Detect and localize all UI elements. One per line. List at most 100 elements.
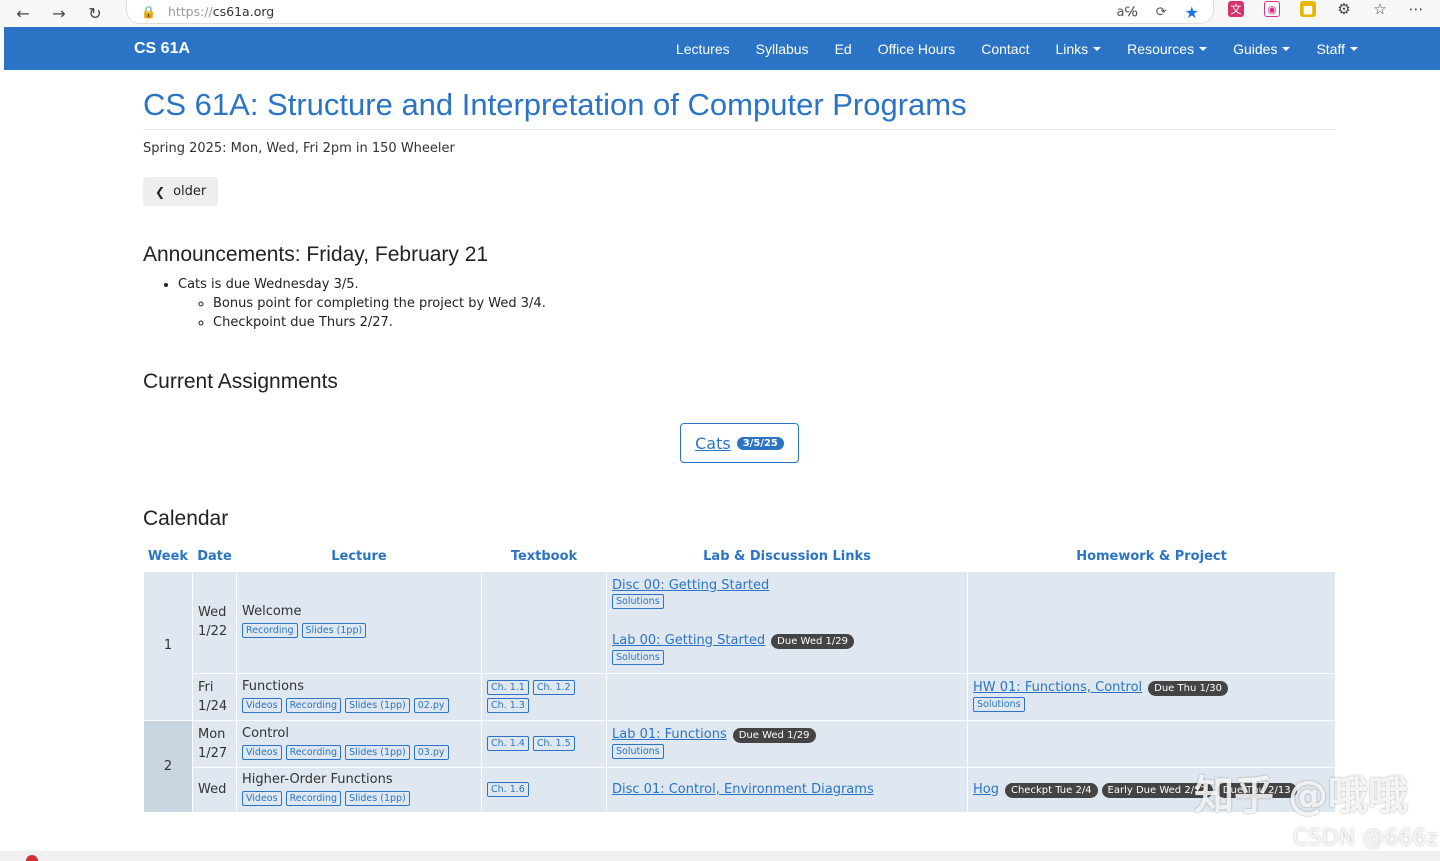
nav-item-label: Resources: [1127, 40, 1195, 57]
textbook-cell: Ch. 1.4 Ch. 1.5: [481, 719, 607, 768]
brand-link[interactable]: CS 61A: [134, 27, 190, 70]
homework-item: HW 01: Functions, Control Due Thu 1/30 Sol…: [973, 680, 1330, 714]
textbook-chapter-link[interactable]: Ch. 1.3: [487, 697, 529, 713]
lecture-resource-link[interactable]: Videos: [242, 790, 282, 806]
lecture-title: Functions: [242, 678, 305, 694]
date-day: Wed: [198, 605, 227, 620]
translate-icon[interactable]: a℅: [1117, 5, 1138, 20]
nav-item-links[interactable]: Links: [1055, 41, 1102, 57]
column-header-textbook: Textbook: [510, 549, 578, 565]
homework-link[interactable]: Hog: [973, 782, 999, 797]
announcement-subitem: Bonus point for completing the project b…: [213, 294, 1336, 313]
lecture-resource-link[interactable]: 02.py: [413, 697, 449, 713]
lab-item: Lab 00: Getting Started Due Wed 1/29 Solut…: [612, 633, 962, 667]
nav-item-label: Office Hours: [877, 40, 956, 57]
solutions-link[interactable]: Solutions: [612, 649, 664, 665]
solutions-link[interactable]: Solutions: [973, 696, 1025, 712]
week-cell: 2: [143, 719, 193, 813]
assignment-link[interactable]: Cats: [695, 434, 731, 453]
textbook-chapter-link[interactable]: Ch. 1.2: [532, 679, 575, 695]
calendar-header-row: Week Date Lecture Textbook Lab & Discuss…: [144, 543, 1336, 571]
lab-item: Disc 01: Control, Environment Diagrams: [612, 782, 962, 797]
caret-down-icon: [1350, 46, 1358, 51]
date-cell: Fri 1/24: [192, 672, 237, 721]
nav-item-contact[interactable]: Contact: [981, 41, 1029, 57]
title-divider: [143, 129, 1336, 130]
textbook-cell: Ch. 1.1 Ch. 1.2Ch. 1.3: [481, 672, 607, 721]
extensions-puzzle-icon[interactable]: ⚙: [1336, 0, 1352, 18]
textbook-cell: [481, 570, 607, 674]
lecture-resource-link[interactable]: Videos: [242, 697, 282, 713]
lecture-resource-link[interactable]: Slides (1pp): [345, 697, 410, 713]
clipper-extension-icon[interactable]: ◉: [1264, 1, 1280, 17]
lab-link[interactable]: Disc 01: Control, Environment Diagrams: [612, 782, 874, 797]
calendar-table: Week Date Lecture Textbook Lab & Discuss…: [143, 543, 1336, 813]
lab-resources: Solutions: [612, 649, 962, 667]
lecture-cell: Welcome Recording Slides (1pp): [236, 570, 482, 674]
favorites-icon[interactable]: ☆: [1372, 0, 1388, 18]
translate-extension-icon[interactable]: 文: [1228, 1, 1244, 17]
bookmark-star-icon[interactable]: ★: [1185, 3, 1199, 22]
column-header-week: Week: [147, 549, 189, 565]
lab-link[interactable]: Lab 00: Getting Started: [612, 633, 765, 648]
chevron-left-icon: ❮: [155, 184, 166, 199]
lecture-resource-link[interactable]: Recording: [242, 623, 298, 638]
nav-item-syllabus[interactable]: Syllabus: [756, 41, 809, 57]
lecture-resource-link[interactable]: Recording: [285, 790, 342, 806]
address-bar[interactable]: 🔒 https://cs61a.org a℅ ⟳ ★: [126, 0, 1214, 24]
more-menu-icon[interactable]: ⋯: [1408, 0, 1424, 18]
lab-link[interactable]: Lab 01: Functions: [612, 727, 727, 742]
date-cell: Wed 1/22: [192, 570, 237, 674]
textbook-cell: Ch. 1.6: [481, 766, 607, 813]
lecture-resources: Videos Recording Slides (1pp): [242, 790, 476, 808]
lecture-resource-link[interactable]: Slides (1pp): [345, 790, 410, 806]
lab-discussion-cell: Disc 01: Control, Environment Diagrams: [606, 766, 968, 813]
homework-link[interactable]: HW 01: Functions, Control: [973, 680, 1142, 695]
page-title: CS 61A: Structure and Interpretation of …: [143, 87, 967, 122]
lab-link[interactable]: Disc 00: Getting Started: [612, 578, 769, 593]
older-button[interactable]: ❮ older: [143, 177, 219, 206]
date-value: 1/22: [198, 624, 228, 639]
forward-arrow-icon[interactable]: →: [46, 3, 72, 23]
nav-item-staff[interactable]: Staff: [1316, 41, 1358, 57]
refresh-extension-icon[interactable]: ⟳: [1156, 5, 1167, 20]
lecture-resource-link[interactable]: 03.py: [413, 744, 449, 760]
lab-item: Lab 01: Functions Due Wed 1/29 Solutions: [612, 727, 962, 761]
nav-item-guides[interactable]: Guides: [1233, 41, 1291, 57]
homework-cell: HW 01: Functions, Control Due Thu 1/30 Sol…: [967, 672, 1336, 721]
nav-item-office-hours[interactable]: Office Hours: [878, 41, 956, 57]
textbook-chapter-link[interactable]: Ch. 1.4: [487, 735, 529, 751]
status-bar: [0, 851, 1440, 861]
date-value: 1/27: [198, 745, 228, 761]
announcement-sublist: Bonus point for completing the project b…: [178, 294, 1336, 332]
textbook-chapter-link[interactable]: Ch. 1.5: [532, 735, 575, 751]
announcements-heading: Announcements: Friday, February 21: [143, 243, 489, 266]
nav-item-ed[interactable]: Ed: [835, 41, 852, 57]
reload-icon[interactable]: ↻: [82, 3, 108, 23]
lecture-title: Welcome: [242, 604, 302, 619]
lecture-resource-link[interactable]: Videos: [242, 744, 282, 760]
caret-down-icon: [1199, 46, 1208, 51]
assignment-card[interactable]: Cats 3/5/25: [680, 423, 799, 463]
nav-item-lectures[interactable]: Lectures: [676, 41, 730, 57]
calendar-row: 1 Wed 1/22 Welcome Recording Slides (1pp) Disc…: [143, 570, 1336, 721]
announcements-list: Cats is due Wednesday 3/5. Bonus point f…: [143, 275, 1336, 332]
lecture-resource-link[interactable]: Recording: [285, 697, 342, 713]
textbook-chapter-link[interactable]: Ch. 1.6: [487, 781, 529, 797]
homework-cell: [967, 570, 1336, 674]
solutions-link[interactable]: Solutions: [612, 593, 664, 609]
solutions-link[interactable]: Solutions: [612, 743, 664, 759]
nav-item-label: Staff: [1316, 40, 1345, 57]
textbook-chapter-link[interactable]: Ch. 1.1: [487, 679, 529, 695]
homework-cell: [967, 719, 1336, 768]
lab-discussion-cell: Disc 00: Getting Started Solutions Lab 00:…: [606, 570, 968, 674]
lecture-resource-link[interactable]: Recording: [285, 744, 342, 760]
lecture-resource-link[interactable]: Slides (1pp): [345, 744, 410, 760]
back-arrow-icon[interactable]: ←: [10, 3, 36, 23]
lab-resources: Solutions: [612, 593, 962, 611]
lab-discussion-cell: [606, 672, 968, 721]
lecture-resource-link[interactable]: Slides (1pp): [301, 623, 367, 638]
nav-item-resources[interactable]: Resources: [1127, 40, 1208, 57]
date-cell: Wed: [192, 766, 237, 813]
folder-extension-icon[interactable]: ■: [1300, 1, 1316, 17]
